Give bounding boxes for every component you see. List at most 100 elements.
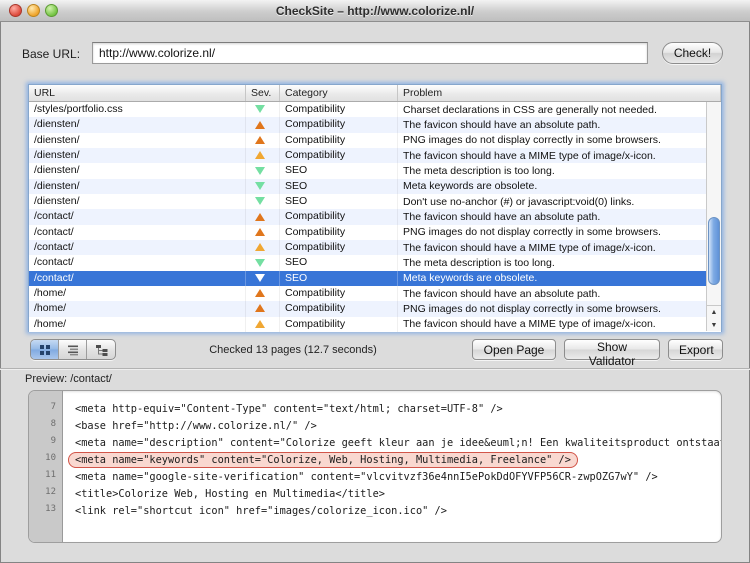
- table-row[interactable]: /diensten/SEOThe meta description is too…: [29, 163, 721, 178]
- code-line: <meta name="description" content="Colori…: [64, 433, 721, 450]
- table-row[interactable]: /contact/CompatibilityPNG images do not …: [29, 225, 721, 240]
- scrollbar-arrows: ▲ ▼: [707, 305, 721, 331]
- row-problem: The favicon should have a MIME type of i…: [398, 318, 721, 330]
- row-problem: PNG images do not display correctly in s…: [398, 226, 721, 238]
- table-row[interactable]: /contact/CompatibilityThe favicon should…: [29, 240, 721, 255]
- code-line: <meta name="keywords" content="Colorize,…: [64, 450, 721, 467]
- table-row[interactable]: /contact/SEOThe meta description is too …: [29, 255, 721, 270]
- results-table: URL Sev. Category Problem /styles/portfo…: [28, 84, 722, 332]
- code-text: <meta name="google-site-verification" co…: [68, 469, 665, 485]
- row-category: SEO: [280, 194, 398, 209]
- row-category: SEO: [280, 163, 398, 178]
- show-validator-button[interactable]: Show Validator: [564, 339, 660, 360]
- row-url: /contact/: [29, 271, 246, 286]
- line-number-gutter: 78910111213: [29, 391, 63, 542]
- table-header: URL Sev. Category Problem: [29, 85, 721, 102]
- severity-minor-icon: [255, 243, 265, 251]
- column-header-category[interactable]: Category: [280, 85, 398, 101]
- line-number: 12: [29, 484, 62, 501]
- row-category: Compatibility: [280, 301, 398, 316]
- row-severity: [246, 102, 280, 117]
- scroll-down-arrow-icon[interactable]: ▼: [707, 319, 721, 332]
- row-category: Compatibility: [280, 133, 398, 148]
- row-url: /diensten/: [29, 163, 246, 178]
- table-row[interactable]: /home/CompatibilityPNG images do not dis…: [29, 301, 721, 316]
- severity-low-icon: [255, 167, 265, 175]
- code-text: <link rel="shortcut icon" href="images/c…: [68, 503, 454, 519]
- grid-view-button[interactable]: [31, 340, 59, 359]
- table-row[interactable]: /diensten/CompatibilityThe favicon shoul…: [29, 117, 721, 132]
- column-header-severity[interactable]: Sev.: [246, 85, 280, 101]
- line-number: 8: [29, 416, 62, 433]
- severity-minor-icon: [255, 151, 265, 159]
- column-header-url[interactable]: URL: [29, 85, 246, 101]
- row-url: /styles/portfolio.css: [29, 102, 246, 117]
- severity-warning-icon: [255, 228, 265, 236]
- table-row[interactable]: /styles/portfolio.css CompatibilityCharse…: [29, 102, 721, 117]
- list-view-icon: [67, 344, 79, 356]
- row-problem: The favicon should have a MIME type of i…: [398, 242, 721, 254]
- row-severity: [246, 317, 280, 332]
- code-text: <meta name="description" content="Colori…: [68, 435, 721, 451]
- base-url-input[interactable]: [92, 42, 648, 64]
- row-url: /diensten/: [29, 179, 246, 194]
- row-problem: Charset declarations in CSS are generall…: [398, 104, 721, 116]
- export-button[interactable]: Export: [668, 339, 723, 360]
- row-problem: The favicon should have an absolute path…: [398, 211, 721, 223]
- row-problem: Meta keywords are obsolete.: [398, 180, 721, 192]
- table-row[interactable]: /diensten/SEOMeta keywords are obsolete.: [29, 179, 721, 194]
- row-url: /contact/: [29, 255, 246, 270]
- scrollbar-thumb[interactable]: [708, 217, 720, 286]
- row-severity: [246, 148, 280, 163]
- preview-label: Preview: /contact/: [25, 373, 112, 385]
- row-problem: Meta keywords are obsolete.: [398, 272, 721, 284]
- row-severity: [246, 301, 280, 316]
- row-category: Compatibility: [280, 225, 398, 240]
- row-category: SEO: [280, 271, 398, 286]
- row-severity: [246, 117, 280, 132]
- row-category: Compatibility: [280, 102, 398, 117]
- table-row[interactable]: /contact/CompatibilityThe favicon should…: [29, 209, 721, 224]
- tree-view-button[interactable]: [87, 340, 115, 359]
- code-line: <title>Colorize Web, Hosting en Multimed…: [64, 484, 721, 501]
- severity-warning-icon: [255, 304, 265, 312]
- severity-low-icon: [255, 259, 265, 267]
- line-number: 10: [29, 450, 62, 467]
- table-row[interactable]: /contact/SEOMeta keywords are obsolete.: [29, 271, 721, 286]
- severity-minor-icon: [255, 320, 265, 328]
- severity-warning-icon: [255, 121, 265, 129]
- list-view-button[interactable]: [59, 340, 87, 359]
- code-line: <meta http-equiv="Content-Type" content=…: [64, 399, 721, 416]
- view-mode-segmented-control: [30, 339, 116, 360]
- row-category: SEO: [280, 255, 398, 270]
- severity-warning-icon: [255, 289, 265, 297]
- line-number: 7: [29, 399, 62, 416]
- row-category: SEO: [280, 179, 398, 194]
- check-button[interactable]: Check!: [662, 42, 723, 64]
- table-row[interactable]: /diensten/CompatibilityPNG images do not…: [29, 133, 721, 148]
- code-text: <title>Colorize Web, Hosting en Multimed…: [68, 486, 392, 502]
- row-problem: The favicon should have an absolute path…: [398, 288, 721, 300]
- row-severity: [246, 133, 280, 148]
- row-problem: The favicon should have an absolute path…: [398, 119, 721, 131]
- row-url: /contact/: [29, 225, 246, 240]
- code-text: <base href="http://www.colorize.nl/" />: [68, 418, 324, 434]
- table-row[interactable]: /home/CompatibilityThe favicon should ha…: [29, 317, 721, 332]
- severity-low-icon: [255, 197, 265, 205]
- table-row[interactable]: /diensten/CompatibilityThe favicon shoul…: [29, 148, 721, 163]
- open-page-button[interactable]: Open Page: [472, 339, 556, 360]
- vertical-scrollbar[interactable]: ▲ ▼: [706, 102, 721, 331]
- column-header-problem[interactable]: Problem: [398, 85, 721, 101]
- row-url: /home/: [29, 301, 246, 316]
- title-bar: CheckSite – http://www.colorize.nl/: [0, 0, 750, 22]
- row-category: Compatibility: [280, 286, 398, 301]
- table-row[interactable]: /home/CompatibilityThe favicon should ha…: [29, 286, 721, 301]
- table-row[interactable]: /diensten/SEODon't use no-anchor (#) or …: [29, 194, 721, 209]
- row-problem: The meta description is too long.: [398, 257, 721, 269]
- row-category: Compatibility: [280, 240, 398, 255]
- code-text: <meta http-equiv="Content-Type" content=…: [68, 401, 510, 417]
- row-severity: [246, 194, 280, 209]
- scroll-up-arrow-icon[interactable]: ▲: [707, 306, 721, 319]
- code-line: <link rel="shortcut icon" href="images/c…: [64, 501, 721, 518]
- row-url: /diensten/: [29, 194, 246, 209]
